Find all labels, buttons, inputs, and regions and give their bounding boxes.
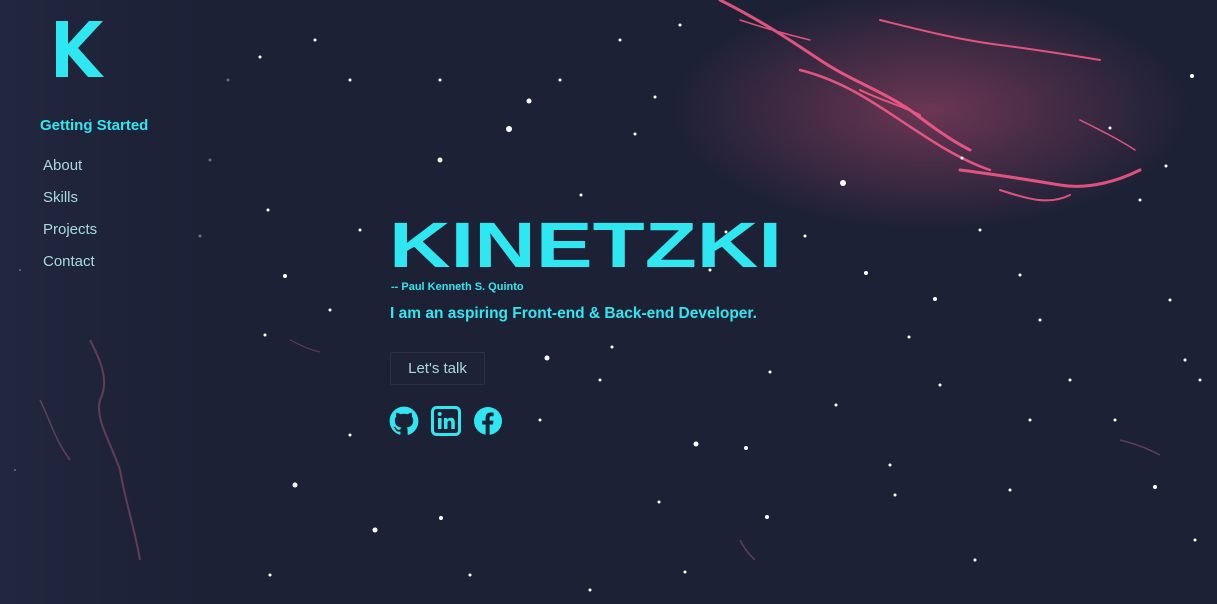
brand-title-text: KINETZKI (389, 213, 782, 271)
sidebar-nav: About Skills Projects Contact (43, 157, 97, 285)
sidebar-item-skills[interactable]: Skills (43, 189, 97, 221)
linkedin-icon[interactable] (431, 406, 461, 436)
hero-section: KINETZKI -- Paul Kenneth S. Quinto I am … (389, 213, 784, 436)
facebook-icon[interactable] (473, 406, 503, 436)
nav-heading-getting-started[interactable]: Getting Started (40, 117, 148, 134)
sidebar-item-contact[interactable]: Contact (43, 253, 97, 285)
github-icon[interactable] (389, 406, 419, 436)
tagline: I am an aspiring Front-end & Back-end De… (390, 305, 757, 322)
social-links (389, 406, 503, 436)
author-credit: -- Paul Kenneth S. Quinto (391, 281, 524, 293)
sidebar-item-about[interactable]: About (43, 157, 97, 189)
lets-talk-button[interactable]: Let's talk (390, 352, 485, 385)
brand-title: KINETZKI (389, 213, 782, 271)
sidebar: Getting Started About Skills Projects Co… (0, 0, 240, 604)
logo-k-icon[interactable] (55, 20, 105, 78)
sidebar-item-projects[interactable]: Projects (43, 221, 97, 253)
